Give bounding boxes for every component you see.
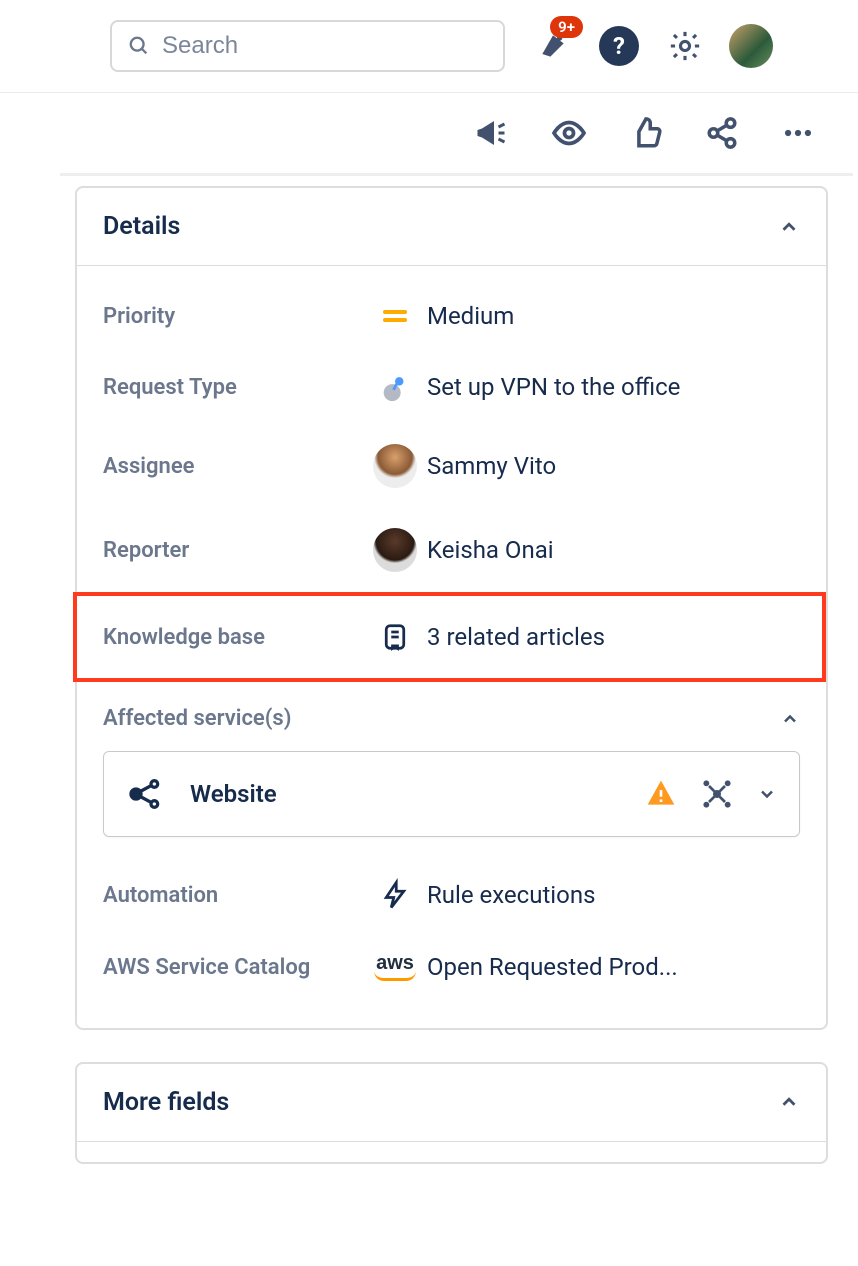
lightning-icon [371,877,419,913]
field-aws-catalog[interactable]: AWS Service Catalog aws Open Requested P… [77,933,826,1004]
reporter-value: Keisha Onai [427,536,800,564]
field-automation[interactable]: Automation Rule executions [77,847,826,933]
search-icon [128,35,150,57]
notifications-button[interactable]: 9+ [529,22,577,70]
assignee-avatar [371,444,419,488]
book-icon [371,622,419,652]
notification-badge: 9+ [550,16,583,38]
more-fields-panel: More fields [75,1062,828,1164]
details-panel: Details Priority Medium Request Type Set… [75,186,828,1030]
megaphone-icon [473,115,509,151]
request-type-label: Request Type [103,375,363,400]
vpn-icon [371,370,419,404]
settings-button[interactable] [661,22,709,70]
more-fields-title: More fields [103,1088,229,1117]
more-actions-button[interactable] [781,115,815,151]
help-button[interactable]: ? [595,22,643,70]
chevron-down-icon[interactable] [757,784,777,804]
automation-label: Automation [103,883,363,908]
field-request-type[interactable]: Request Type Set up VPN to the office [77,350,826,424]
profile-avatar[interactable] [727,22,775,70]
eye-icon [551,115,587,151]
chevron-up-icon [778,1091,800,1113]
assignee-value: Sammy Vito [427,452,800,480]
assignee-label: Assignee [103,454,363,479]
gear-icon [668,29,702,63]
aws-label: AWS Service Catalog [103,953,363,984]
details-header[interactable]: Details [77,188,826,266]
knowledge-base-value: 3 related articles [427,623,774,651]
details-title: Details [103,212,180,241]
feedback-button[interactable] [473,115,509,151]
action-bar [60,93,853,176]
share-icon [705,116,739,150]
vote-button[interactable] [629,115,663,151]
details-body: Priority Medium Request Type Set up VPN … [77,266,826,1028]
chevron-up-icon [780,709,800,729]
topbar: 9+ ? [0,0,858,93]
aws-value: Open Requested Prod... [427,953,800,981]
affected-services-header[interactable]: Affected service(s) [77,682,826,741]
priority-medium-icon [371,310,419,322]
field-assignee[interactable]: Assignee Sammy Vito [77,424,826,508]
priority-value: Medium [427,302,800,330]
knowledge-base-label: Knowledge base [103,625,363,650]
field-reporter[interactable]: Reporter Keisha Onai [77,508,826,592]
affected-services-label: Affected service(s) [103,706,291,731]
warning-icon[interactable] [645,778,677,810]
request-type-value: Set up VPN to the office [427,373,800,401]
chevron-up-icon [778,216,800,238]
search-input[interactable] [162,32,487,60]
network-icon[interactable] [701,778,733,810]
field-knowledge-base[interactable]: Knowledge base 3 related articles [77,596,800,678]
dots-icon [781,116,815,150]
search-box[interactable] [110,20,505,72]
priority-label: Priority [103,304,363,329]
watch-button[interactable] [551,115,587,151]
thumbs-up-icon [629,116,663,150]
field-priority[interactable]: Priority Medium [77,282,826,350]
reporter-avatar [371,528,419,572]
help-icon: ? [599,26,639,66]
knowledge-base-highlight: Knowledge base 3 related articles [73,592,826,682]
more-fields-header[interactable]: More fields [77,1064,826,1142]
automation-value: Rule executions [427,881,800,909]
share-button[interactable] [705,115,739,151]
reporter-label: Reporter [103,538,363,563]
aws-icon: aws [371,953,419,981]
service-graph-icon [126,774,166,814]
avatar-icon [729,24,773,68]
service-card[interactable]: Website [103,751,800,837]
service-name: Website [190,780,621,808]
